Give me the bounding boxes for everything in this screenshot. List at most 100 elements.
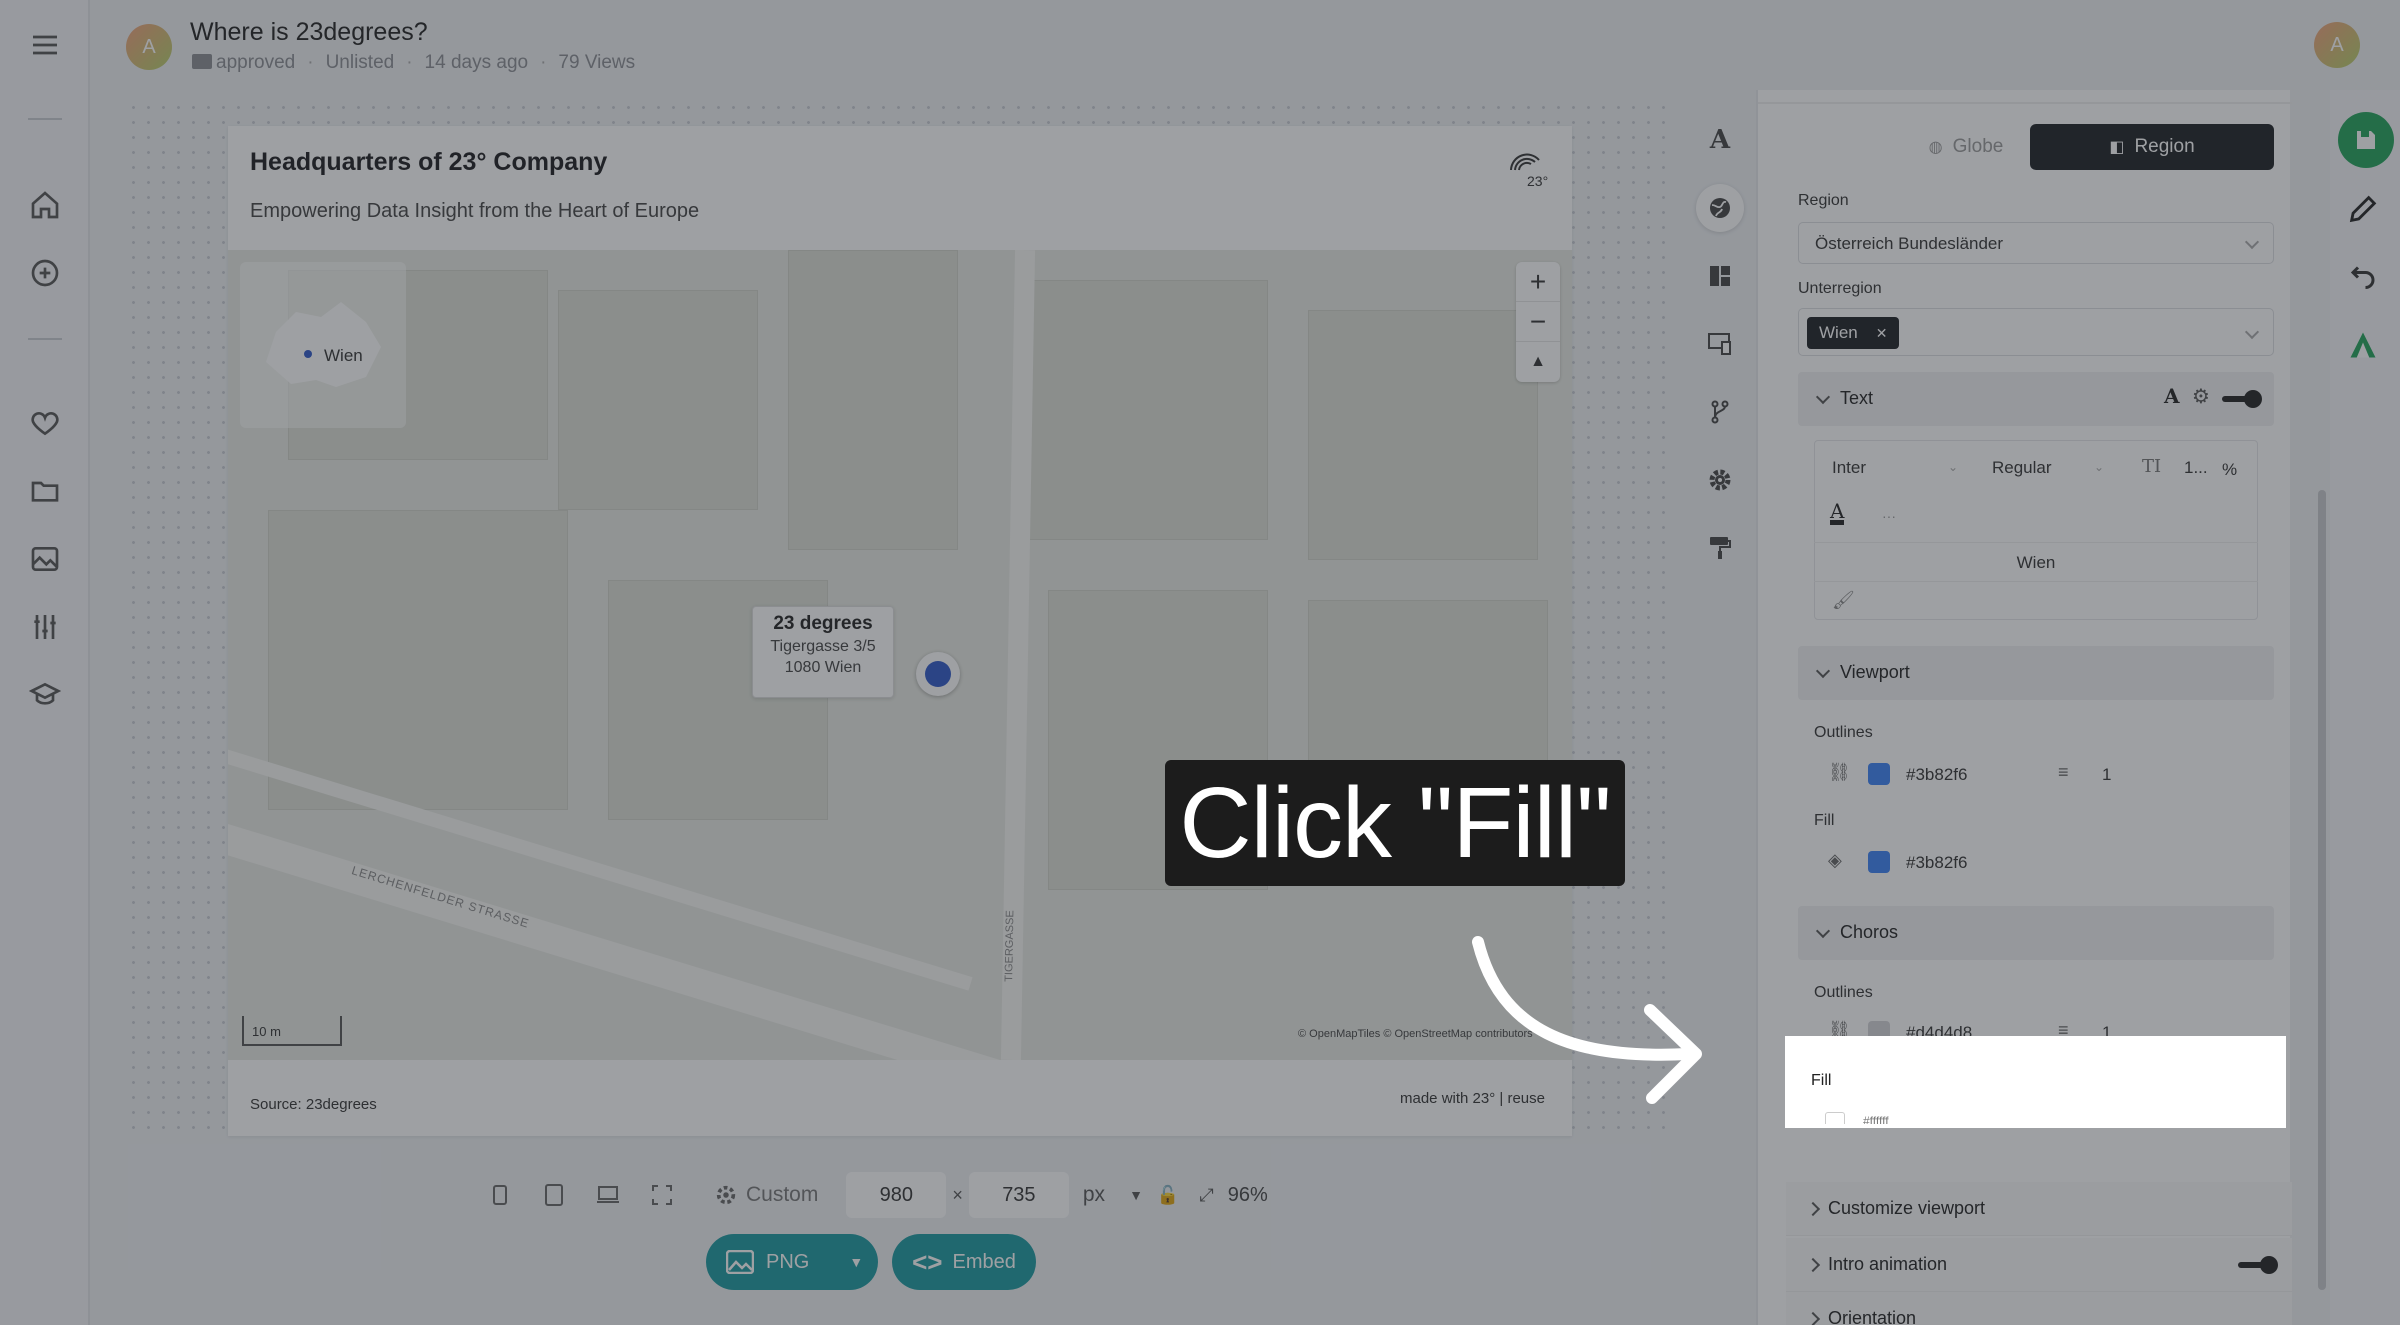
lock-icon[interactable]: 🔓 xyxy=(1157,1185,1179,1206)
zoom-out-button[interactable]: − xyxy=(1516,302,1560,342)
line-width-icon: ≡ xyxy=(2058,762,2069,782)
location-popup[interactable]: 23 degrees Tigergasse 3/5 1080 Wien xyxy=(752,606,894,698)
image-icon[interactable] xyxy=(24,538,66,580)
viewport-outline-hex[interactable]: #3b82f6 xyxy=(1906,765,1967,785)
zoom-in-button[interactable]: + xyxy=(1516,262,1560,302)
nav-divider xyxy=(28,118,62,120)
tablet-icon[interactable] xyxy=(534,1175,574,1215)
globe-icon[interactable] xyxy=(1696,184,1744,232)
popup-title: 23 degrees xyxy=(773,613,873,634)
label-text-input[interactable]: Wien xyxy=(1814,542,2258,582)
region-label: Region xyxy=(1798,192,1849,209)
tab-region[interactable]: ◧ Region xyxy=(2030,124,2274,170)
edit-pencil-icon[interactable] xyxy=(2346,192,2386,232)
chevron-down-icon xyxy=(2244,234,2260,250)
section-intro-animation[interactable]: Intro animation xyxy=(1786,1238,2292,1292)
choros-fill-hex[interactable]: #ffffff xyxy=(1863,1114,1889,1124)
street-label: TIGERGASSE xyxy=(1003,910,1017,982)
gear-icon[interactable]: ⚙ xyxy=(2192,384,2210,409)
tool-strip: A xyxy=(1690,110,1750,580)
compass-icon[interactable]: ▲ xyxy=(1516,342,1560,382)
zoom-level: 96% xyxy=(1227,1183,1268,1206)
location-marker[interactable] xyxy=(916,652,960,696)
add-circle-icon[interactable] xyxy=(24,252,66,294)
subregion-select[interactable]: Wien ✕ xyxy=(1798,308,2274,356)
laptop-icon[interactable] xyxy=(588,1175,628,1215)
popup-city: 1080 Wien xyxy=(784,659,862,676)
font-weight-select[interactable]: Regular xyxy=(1992,458,2052,478)
chevron-down-icon[interactable]: ▼ xyxy=(1129,1187,1143,1203)
text-color-icon[interactable]: A xyxy=(1830,501,1845,525)
user-avatar[interactable]: A xyxy=(2314,22,2360,68)
branch-icon[interactable] xyxy=(1696,388,1744,436)
map-building xyxy=(788,250,958,550)
paint-roller-icon[interactable] xyxy=(1696,524,1744,572)
viewport-fill-hex[interactable]: #3b82f6 xyxy=(1906,853,1967,873)
phone-icon[interactable] xyxy=(480,1175,520,1215)
menu-icon[interactable] xyxy=(24,24,66,66)
section-orientation[interactable]: Orientation xyxy=(1786,1292,2292,1325)
globe-icon: ◍ xyxy=(1928,139,1943,156)
link-icon[interactable]: ⛓ xyxy=(1828,762,1851,783)
viewport-outline-swatch[interactable] xyxy=(1868,763,1890,785)
home-icon[interactable] xyxy=(24,184,66,226)
text-toggle[interactable] xyxy=(2222,390,2262,408)
undo-icon[interactable] xyxy=(2348,260,2388,300)
viewport-fill-swatch[interactable] xyxy=(1868,851,1890,873)
brand-tree-icon[interactable] xyxy=(2348,330,2388,370)
subregion-label: Unterregion xyxy=(1798,280,1882,297)
region-select[interactable]: Österreich Bundesländer xyxy=(1798,222,2274,264)
unit-select[interactable]: px xyxy=(1083,1183,1105,1207)
status-badge: approved xyxy=(192,52,295,74)
save-button[interactable] xyxy=(2338,112,2394,168)
sliders-icon[interactable] xyxy=(24,606,66,648)
folder-icon[interactable] xyxy=(24,470,66,512)
inset-map[interactable]: Wien xyxy=(240,262,406,428)
viewport-outline-width[interactable]: 1 xyxy=(2102,765,2111,785)
section-viewport[interactable]: Viewport xyxy=(1798,646,2274,700)
gear-icon[interactable] xyxy=(706,1175,746,1215)
fullscreen-icon[interactable] xyxy=(642,1175,682,1215)
embed-button[interactable]: <> Embed xyxy=(892,1234,1036,1290)
section-customize-viewport[interactable]: Customize viewport xyxy=(1786,1182,2292,1236)
section-choros[interactable]: Choros xyxy=(1798,906,2274,960)
choros-fill-label[interactable]: Fill xyxy=(1811,1072,1831,1090)
panel-scrollbar[interactable] xyxy=(2318,490,2326,1290)
paint-bucket-icon[interactable]: 🖌 xyxy=(1832,590,1855,611)
action-strip xyxy=(2330,90,2400,1325)
preset-label[interactable]: Custom xyxy=(746,1183,818,1207)
code-icon: <> xyxy=(912,1246,943,1277)
academy-icon[interactable] xyxy=(24,674,66,716)
more-options-icon[interactable]: ··· xyxy=(1882,508,1896,524)
chevron-down-icon xyxy=(2244,324,2260,340)
typography-icon[interactable]: A xyxy=(1696,116,1744,164)
intro-animation-toggle[interactable] xyxy=(2238,1256,2278,1274)
choros-fill-swatch[interactable] xyxy=(1825,1112,1845,1124)
font-family-select[interactable]: Inter xyxy=(1832,458,1866,478)
fill-highlight[interactable]: Fill #ffffff xyxy=(1785,1036,2286,1128)
map-view[interactable]: LERCHENFELDER STRASSE TIGERGASSE xyxy=(228,250,1572,1060)
width-input[interactable]: 980 xyxy=(846,1172,947,1218)
settings-gear-icon[interactable] xyxy=(1696,456,1744,504)
map-building xyxy=(1308,310,1538,560)
paint-bucket-icon[interactable]: ◈ xyxy=(1828,850,1842,871)
fit-icon[interactable]: ⤢ xyxy=(1199,1185,1213,1206)
visualization-title[interactable]: Headquarters of 23° Company xyxy=(250,148,607,177)
height-input[interactable]: 735 xyxy=(968,1172,1069,1218)
device-preview-icon[interactable] xyxy=(1696,320,1744,368)
heart-icon[interactable] xyxy=(24,402,66,444)
age-label: 14 days ago xyxy=(424,52,529,73)
layout-icon[interactable] xyxy=(1696,252,1744,300)
export-png-button[interactable]: PNG ▼ xyxy=(706,1234,878,1290)
font-size-input[interactable]: 1... xyxy=(2184,458,2208,478)
doc-meta: approved · Unlisted · 14 days ago · 79 V… xyxy=(192,52,635,74)
choros-outlines-label: Outlines xyxy=(1814,984,1873,1001)
typography-icon[interactable]: A xyxy=(2164,384,2180,408)
close-icon[interactable]: ✕ xyxy=(1876,325,1888,342)
avatar[interactable]: A xyxy=(126,24,172,70)
visualization-subtitle[interactable]: Empowering Data Insight from the Heart o… xyxy=(250,200,699,223)
subregion-chip: Wien ✕ xyxy=(1807,317,1900,349)
chevron-down-icon[interactable]: ▼ xyxy=(849,1254,863,1270)
size-toolbar: Custom 980 × 735 px ▼ 🔓 ⤢ 96% xyxy=(480,1170,1360,1220)
text-size-icon: TI xyxy=(2142,456,2162,477)
